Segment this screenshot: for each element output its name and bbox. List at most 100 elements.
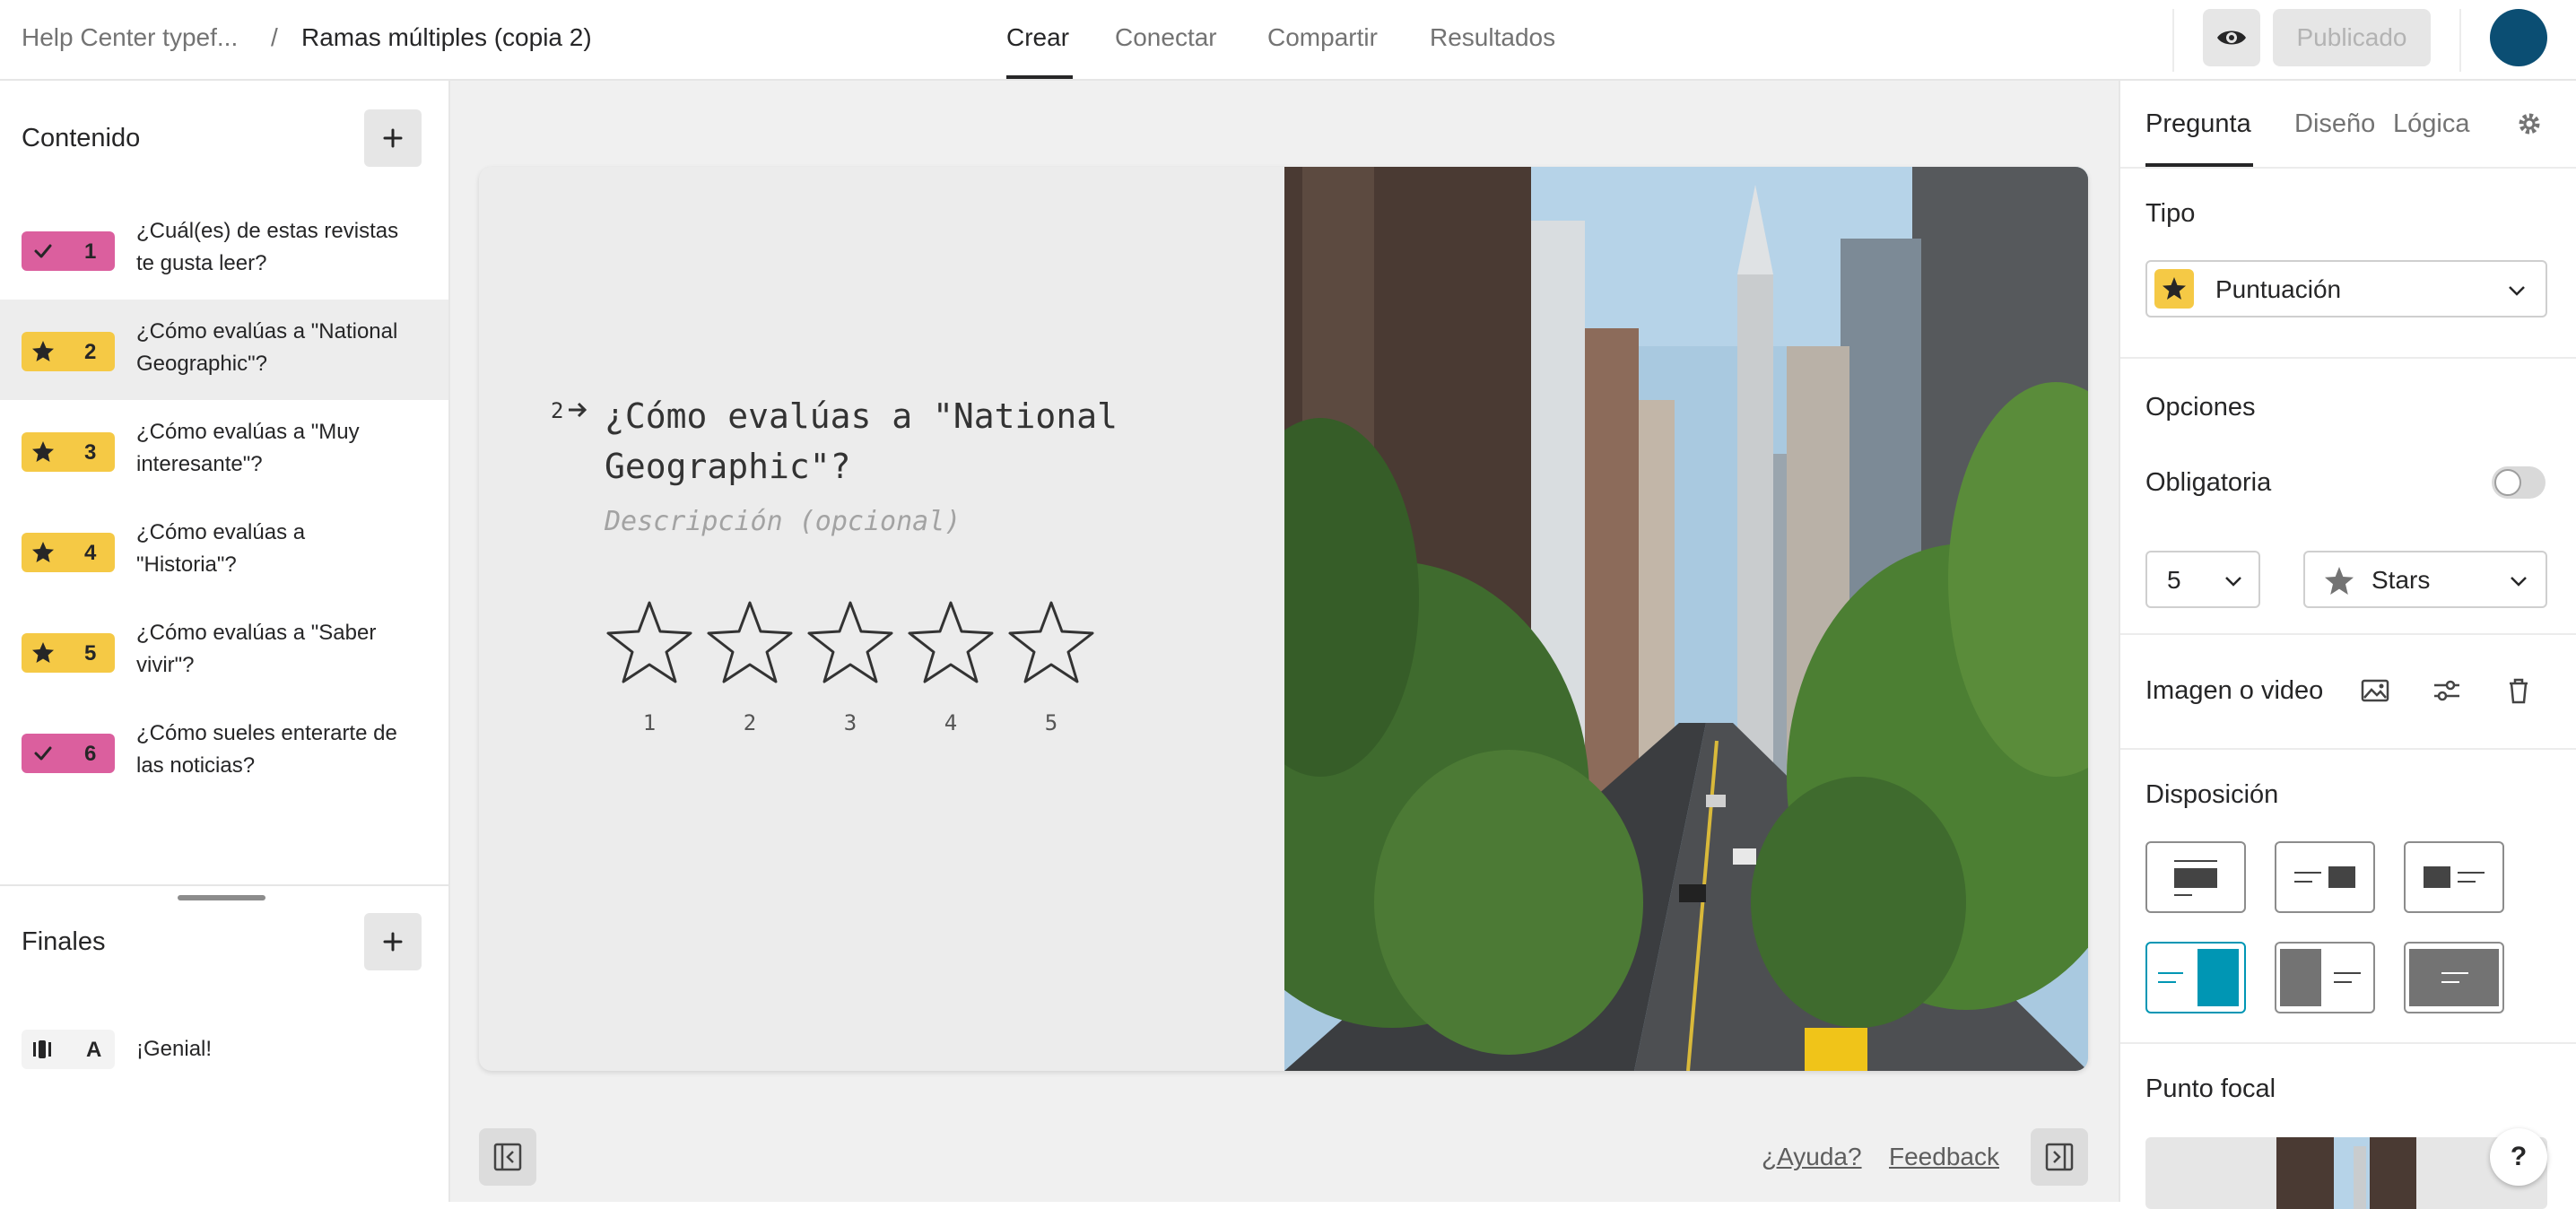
rating-star-2[interactable] bbox=[705, 597, 795, 687]
layout-background-icon bbox=[2409, 949, 2499, 1006]
question-label: ¿Cómo evalúas a "Muy interesante"? bbox=[136, 420, 360, 476]
rating-label-1: 1 bbox=[642, 710, 657, 735]
toggle-knob bbox=[2494, 469, 2521, 496]
preview-question-number: 2 bbox=[551, 398, 564, 423]
check-icon bbox=[34, 746, 52, 761]
gear-icon[interactable] bbox=[2515, 109, 2544, 138]
rating-star-5[interactable] bbox=[1006, 597, 1096, 687]
plus-icon bbox=[383, 128, 403, 148]
question-type-value: Puntuación bbox=[2215, 275, 2342, 303]
question-item-1[interactable]: 1 ¿Cuál(es) de estas revistas te gusta l… bbox=[0, 199, 448, 300]
layout-option-half-right[interactable] bbox=[2145, 942, 2246, 1013]
image-icon[interactable] bbox=[2359, 674, 2391, 707]
layout-stack-icon bbox=[2174, 860, 2217, 896]
tab-logica[interactable]: Lógica bbox=[2393, 109, 2469, 139]
divider bbox=[0, 884, 448, 886]
preview-description[interactable]: Descripción (opcional) bbox=[605, 506, 961, 537]
steps-value: 5 bbox=[2167, 566, 2181, 594]
tab-conectar[interactable]: Conectar bbox=[1115, 23, 1217, 52]
content-sidebar: Contenido 1 ¿Cuál(es) de estas revistas … bbox=[0, 81, 450, 1202]
breadcrumb-separator: / bbox=[271, 23, 278, 51]
question-preview-card[interactable]: 2 ¿Cómo evalúas a "National Geographic"?… bbox=[479, 167, 2088, 1071]
chevron-down-icon bbox=[2511, 577, 2527, 587]
help-link[interactable]: ¿Ayuda? bbox=[1762, 1143, 1862, 1171]
focal-point-preview[interactable] bbox=[2145, 1137, 2547, 1209]
collapse-panel-button[interactable] bbox=[2031, 1128, 2088, 1186]
check-icon bbox=[34, 244, 52, 258]
star-icon bbox=[2325, 567, 2354, 595]
layout-half-left-icon bbox=[2280, 949, 2361, 1006]
question-item-6[interactable]: 6 ¿Cómo sueles enterarte de las noticias… bbox=[0, 701, 448, 802]
panel-right-icon bbox=[2045, 1143, 2074, 1171]
trash-icon[interactable] bbox=[2502, 674, 2535, 707]
star-icon bbox=[2154, 269, 2194, 309]
ending-badge[interactable]: A bbox=[22, 1030, 115, 1069]
add-question-button[interactable] bbox=[364, 109, 422, 167]
divider bbox=[2172, 9, 2174, 72]
layout-split-left-icon bbox=[2424, 866, 2485, 888]
rating-star-3[interactable] bbox=[805, 597, 895, 687]
question-item-2[interactable]: 2 ¿Cómo evalúas a "National Geographic"? bbox=[0, 300, 448, 400]
question-number: 3 bbox=[84, 440, 97, 465]
shape-select[interactable]: Stars bbox=[2303, 551, 2547, 608]
star-icon bbox=[32, 542, 54, 562]
question-item-4[interactable]: 4 ¿Cómo evalúas a "Historia"? bbox=[0, 500, 448, 601]
star-icon bbox=[32, 341, 54, 361]
tab-diseno[interactable]: Diseño bbox=[2294, 109, 2375, 139]
plus-icon bbox=[383, 932, 403, 952]
add-ending-button[interactable] bbox=[364, 913, 422, 970]
chevron-down-icon bbox=[2509, 286, 2525, 296]
divider bbox=[2120, 1042, 2576, 1044]
options-label: Opciones bbox=[2145, 393, 2256, 422]
rating-label-5: 5 bbox=[1044, 710, 1058, 735]
ending-label[interactable]: ¡Genial! bbox=[136, 1037, 212, 1062]
question-item-3[interactable]: 3 ¿Cómo evalúas a "Muy interesante"? bbox=[0, 400, 448, 500]
preview-question-title[interactable]: ¿Cómo evalúas a "National Geographic"? bbox=[605, 391, 1161, 491]
feedback-link[interactable]: Feedback bbox=[1889, 1143, 1999, 1171]
steps-select[interactable]: 5 bbox=[2145, 551, 2260, 608]
layout-label: Disposición bbox=[2145, 780, 2279, 809]
avatar[interactable] bbox=[2490, 9, 2547, 66]
question-number: 1 bbox=[84, 239, 97, 264]
resize-handle[interactable] bbox=[178, 895, 265, 900]
form-title[interactable]: Ramas múltiples (copia 2) bbox=[301, 23, 592, 52]
tab-pregunta[interactable]: Pregunta bbox=[2145, 109, 2251, 139]
focal-point-label: Punto focal bbox=[2145, 1074, 2276, 1103]
tab-resultados[interactable]: Resultados bbox=[1430, 23, 1555, 52]
question-number: 2 bbox=[84, 340, 97, 364]
sliders-icon[interactable] bbox=[2431, 674, 2463, 707]
star-icon bbox=[32, 441, 54, 462]
divider bbox=[2120, 357, 2576, 359]
layout-option-half-left[interactable] bbox=[2275, 942, 2375, 1013]
required-label: Obligatoria bbox=[2145, 468, 2272, 497]
question-number: 5 bbox=[84, 641, 97, 665]
question-item-5[interactable]: 5 ¿Cómo evalúas a "Saber vivir"? bbox=[0, 601, 448, 701]
question-label: ¿Cómo evalúas a "National Geographic"? bbox=[136, 319, 398, 376]
tab-crear[interactable]: Crear bbox=[1006, 23, 1069, 52]
help-button[interactable]: ? bbox=[2490, 1128, 2547, 1186]
required-toggle[interactable] bbox=[2492, 466, 2546, 499]
collapse-sidebar-button[interactable] bbox=[479, 1128, 536, 1186]
type-label: Tipo bbox=[2145, 199, 2196, 228]
layout-option-split-right[interactable] bbox=[2275, 841, 2375, 913]
tab-compartir[interactable]: Compartir bbox=[1267, 23, 1378, 52]
layout-option-stack[interactable] bbox=[2145, 841, 2246, 913]
star-icon bbox=[32, 642, 54, 663]
layout-option-split-left[interactable] bbox=[2404, 841, 2504, 913]
rating-star-4[interactable] bbox=[906, 597, 996, 687]
question-type-select[interactable]: Puntuación bbox=[2145, 260, 2547, 317]
rating-label-3: 3 bbox=[843, 710, 857, 735]
divider bbox=[2120, 167, 2576, 169]
question-label: ¿Cuál(es) de estas revistas te gusta lee… bbox=[136, 219, 399, 275]
rating-star-1[interactable] bbox=[605, 597, 694, 687]
question-label: ¿Cómo evalúas a "Historia"? bbox=[136, 520, 306, 577]
divider bbox=[2120, 633, 2576, 635]
layout-option-background[interactable] bbox=[2404, 942, 2504, 1013]
breadcrumb-workspace[interactable]: Help Center typef... bbox=[22, 23, 238, 52]
content-title: Contenido bbox=[22, 124, 141, 152]
question-badge: 4 bbox=[22, 533, 115, 572]
publish-button[interactable]: Publicado bbox=[2273, 9, 2431, 66]
preview-button[interactable] bbox=[2203, 9, 2260, 66]
question-number: 6 bbox=[84, 742, 97, 766]
shape-value: Stars bbox=[2371, 566, 2431, 594]
